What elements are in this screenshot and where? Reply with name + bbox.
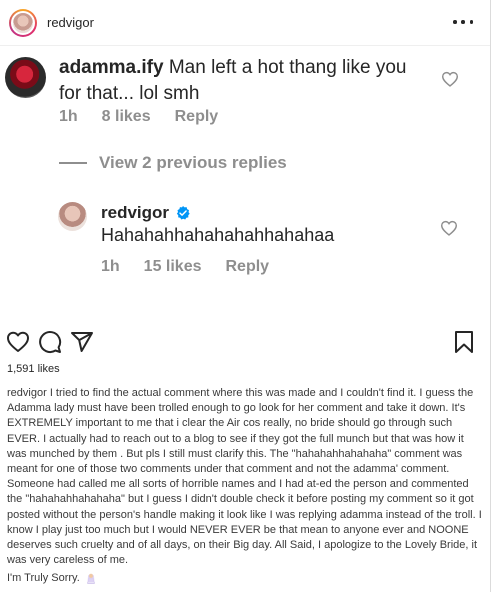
reply-meta: 1h 15 likes Reply: [101, 258, 269, 276]
divider: [59, 162, 87, 164]
post-header: redvigor: [0, 0, 490, 46]
caption-text: I tried to find the actual comment where…: [7, 387, 482, 567]
comment-heart-icon: [441, 71, 459, 87]
heart-icon[interactable]: [6, 330, 30, 354]
comment: adamma.ify Man left a hot thang like you…: [59, 55, 429, 107]
reply-avatar: [58, 202, 87, 231]
caption: redvigor I tried to find the actual comm…: [7, 386, 483, 568]
reply-likes: 15 likes: [143, 258, 202, 275]
post-frame: redvigor adamma.ify Man left a hot thang…: [0, 0, 491, 592]
comment-likes: 8 likes: [101, 108, 151, 125]
comment-time: 1h: [59, 108, 78, 125]
comment-reply: Reply: [174, 108, 219, 125]
reply-header: redvigor: [101, 203, 191, 223]
share-icon[interactable]: [70, 330, 94, 354]
comment-icon[interactable]: [38, 330, 62, 354]
reply-text: Hahahahhahahahahhahahaa: [101, 225, 335, 245]
bookmark-icon[interactable]: [452, 330, 476, 354]
view-replies-label: View 2 previous replies: [99, 153, 287, 172]
caption-signoff: I'm Truly Sorry.: [7, 572, 97, 584]
verified-badge-icon: [176, 206, 190, 220]
view-replies: View 2 previous replies: [59, 153, 287, 173]
reply-time: 1h: [101, 258, 120, 275]
comment-screenshot: adamma.ify Man left a hot thang like you…: [0, 47, 490, 330]
bride-emoji-icon: [86, 573, 95, 584]
header-username[interactable]: redvigor: [47, 15, 94, 30]
comment-meta: 1h 8 likes Reply: [59, 108, 218, 126]
reply-reply: Reply: [225, 258, 270, 275]
more-options-icon[interactable]: [453, 14, 473, 30]
avatar[interactable]: [9, 9, 37, 37]
caption-username[interactable]: redvigor: [7, 387, 47, 399]
reply-heart-icon: [440, 220, 458, 236]
commenter-avatar: [5, 57, 46, 98]
likes-count[interactable]: 1,591 likes: [7, 363, 60, 375]
reply-username: redvigor: [101, 203, 170, 222]
action-bar: [0, 330, 490, 358]
comment-username: adamma.ify: [59, 57, 164, 78]
signoff-text: I'm Truly Sorry.: [7, 572, 80, 584]
